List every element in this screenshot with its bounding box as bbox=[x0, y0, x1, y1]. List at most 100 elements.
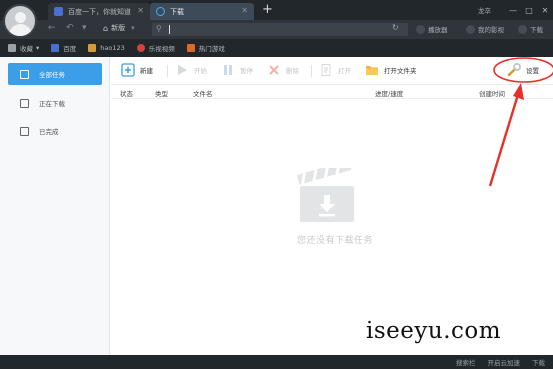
player-icon bbox=[416, 24, 425, 34]
maximize-button[interactable]: □ bbox=[521, 6, 537, 15]
bookmark-label: 收藏 bbox=[20, 45, 33, 53]
play-icon bbox=[175, 63, 189, 77]
bookmark-label: 乐视视频 bbox=[148, 45, 175, 53]
column-type[interactable]: 类型 bbox=[155, 88, 168, 98]
divider bbox=[167, 65, 168, 77]
pause-label: 暂停 bbox=[240, 67, 253, 75]
delete-label: 删除 bbox=[286, 67, 299, 75]
home-label: 新版 bbox=[111, 24, 126, 32]
tab-download[interactable]: 下载 ✕ bbox=[150, 3, 254, 20]
list-icon bbox=[20, 69, 29, 79]
open-folder-label: 打开文件夹 bbox=[384, 67, 417, 75]
delete-button[interactable]: 删除 bbox=[267, 63, 299, 77]
settings-label: 设置 bbox=[526, 67, 539, 75]
back-icon[interactable]: ← bbox=[48, 23, 56, 33]
forward-icon[interactable]: ↶ bbox=[66, 23, 74, 33]
quick-player[interactable]: 播放器 bbox=[416, 24, 448, 34]
hao123-icon bbox=[88, 44, 97, 52]
divider bbox=[311, 65, 312, 77]
games-icon bbox=[186, 44, 195, 52]
wrench-icon bbox=[507, 63, 521, 77]
bookmark-label: hao123 bbox=[100, 44, 125, 52]
bookmark-label: 热门游戏 bbox=[198, 45, 225, 53]
sidebar-item-all-tasks[interactable]: 全部任务 bbox=[8, 63, 102, 85]
refresh-icon[interactable]: ↻ bbox=[392, 23, 399, 32]
letv-icon bbox=[136, 44, 145, 52]
chevron-down-icon: ▾ bbox=[131, 24, 135, 32]
bookmark-baidu[interactable]: 百度 bbox=[51, 43, 76, 53]
close-button[interactable]: ✕ bbox=[537, 6, 553, 15]
quick-label: 我的影视 bbox=[478, 26, 504, 34]
column-progress[interactable]: 进度/速度 bbox=[375, 88, 403, 98]
tab-baidu[interactable]: 百度一下，你就知道 ✕ bbox=[48, 3, 150, 20]
watermark: iseeyu.com bbox=[366, 318, 502, 344]
text-caret bbox=[169, 25, 170, 34]
new-task-label: 新建 bbox=[140, 67, 153, 75]
home-button[interactable]: ⌂ 新版 ▾ bbox=[103, 23, 135, 33]
status-bar: 搜索栏 开启云加速 下载 bbox=[0, 355, 553, 369]
bookmark-letv[interactable]: 乐视视频 bbox=[136, 43, 175, 53]
delete-icon bbox=[267, 63, 281, 77]
window-controls: 龙卒 — □ ✕ bbox=[478, 0, 553, 20]
sidebar-item-completed[interactable]: 已完成 bbox=[8, 120, 102, 142]
tab-close-icon[interactable]: ✕ bbox=[241, 6, 248, 15]
favorites-icon bbox=[8, 44, 16, 52]
start-label: 开始 bbox=[194, 67, 207, 75]
bookmarks-bar: 收藏 ▾ 百度 hao123 乐视视频 热门游戏 bbox=[0, 39, 553, 57]
task-table-header: 状态 类型 文件名 进度/速度 创建时间 bbox=[111, 85, 553, 99]
downloading-icon bbox=[20, 98, 29, 108]
sidebar: 全部任务 正在下载 已完成 bbox=[0, 57, 110, 355]
sidebar-item-label: 正在下载 bbox=[39, 100, 65, 108]
new-task-icon bbox=[121, 63, 135, 77]
quick-label: 播放器 bbox=[428, 26, 448, 34]
open-folder-button[interactable]: 打开文件夹 bbox=[365, 63, 417, 77]
open-label: 打开 bbox=[338, 67, 351, 75]
completed-icon bbox=[20, 126, 29, 136]
open-button[interactable]: 打开 bbox=[319, 63, 351, 77]
download-tab-icon bbox=[156, 7, 165, 16]
minimize-button[interactable]: — bbox=[505, 6, 521, 15]
pause-icon bbox=[221, 63, 235, 77]
status-items: 搜索栏 开启云加速 下载 bbox=[444, 357, 545, 367]
new-task-button[interactable]: 新建 bbox=[121, 63, 153, 77]
column-filename[interactable]: 文件名 bbox=[193, 88, 213, 98]
column-status[interactable]: 状态 bbox=[120, 88, 133, 98]
start-button[interactable]: 开始 bbox=[175, 63, 207, 77]
bookmark-favorites[interactable]: 收藏 ▾ bbox=[8, 43, 39, 53]
tab-label: 下载 bbox=[170, 7, 184, 16]
new-tab-button[interactable]: + bbox=[262, 2, 273, 18]
open-file-icon bbox=[319, 63, 333, 77]
clapperboard-download-icon bbox=[296, 160, 360, 224]
history-dropdown-icon[interactable]: ▾ bbox=[82, 23, 87, 33]
quick-download[interactable]: 下载 bbox=[518, 24, 543, 34]
video-icon bbox=[466, 24, 475, 34]
status-download[interactable]: 下载 bbox=[532, 357, 545, 367]
annotation-arrow bbox=[488, 87, 522, 187]
pause-button[interactable]: 暂停 bbox=[221, 63, 253, 77]
folder-icon bbox=[365, 63, 379, 77]
tab-close-icon[interactable]: ✕ bbox=[137, 6, 144, 15]
tab-label: 百度一下，你就知道 bbox=[68, 7, 131, 16]
search-icon: ⚲ bbox=[156, 24, 162, 33]
bookmark-label: 百度 bbox=[63, 45, 77, 53]
tab-globe-icon bbox=[54, 7, 63, 16]
chevron-down-icon: ▾ bbox=[36, 44, 40, 52]
avatar[interactable] bbox=[3, 4, 37, 38]
bookmark-games[interactable]: 热门游戏 bbox=[186, 43, 225, 53]
quick-video[interactable]: 我的影视 bbox=[466, 24, 504, 34]
baidu-icon bbox=[51, 44, 60, 52]
url-input[interactable]: ⚲ bbox=[152, 23, 408, 36]
bookmark-hao123[interactable]: hao123 bbox=[88, 44, 125, 52]
status-search[interactable]: 搜索栏 bbox=[456, 357, 476, 367]
sidebar-item-label: 已完成 bbox=[39, 128, 59, 136]
column-created-time[interactable]: 创建时间 bbox=[479, 88, 505, 98]
address-bar: ← ↶ ▾ ⌂ 新版 ▾ ⚲ ↻ 播放器 我的影视 下载 bbox=[0, 20, 553, 39]
status-acceleration[interactable]: 开启云加速 bbox=[488, 357, 521, 367]
toolbar: 新建 开始 暂停 删除 打开 打开文件夹 设置 bbox=[111, 57, 553, 85]
sidebar-item-downloading[interactable]: 正在下载 bbox=[8, 92, 102, 114]
user-label[interactable]: 龙卒 bbox=[478, 5, 491, 15]
home-icon: ⌂ bbox=[103, 23, 109, 33]
download-icon bbox=[518, 24, 527, 34]
sidebar-item-label: 全部任务 bbox=[39, 71, 65, 79]
settings-button[interactable]: 设置 bbox=[507, 63, 539, 77]
